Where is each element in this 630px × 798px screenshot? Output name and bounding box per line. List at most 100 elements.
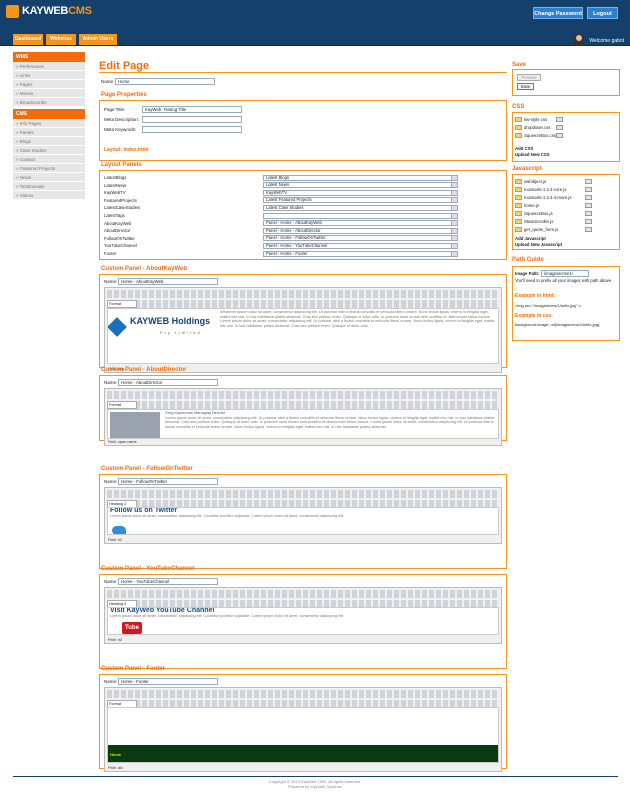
layout-panel-select[interactable]: Panel - Home - YouTubeChannel bbox=[263, 242, 458, 249]
javascript-title: Javascript bbox=[512, 166, 542, 172]
javascript-file-link[interactable]: SqueezeBox.js bbox=[524, 211, 553, 216]
file-icon bbox=[515, 117, 522, 122]
css-file-link[interactable]: dropdown.css bbox=[524, 125, 551, 130]
layout-panel-label: LatestNews bbox=[104, 182, 127, 188]
footer-preview-heading: Home bbox=[110, 752, 122, 757]
editor-content-area[interactable]: Visit KayWeb YouTube Channel Lorem ipsum … bbox=[107, 607, 499, 635]
layout-link[interactable]: index.html bbox=[123, 147, 148, 153]
custom-panel-title: Custom Panel - YouTubeChannel bbox=[101, 566, 195, 572]
sidebar-item-pages[interactable]: » Pages bbox=[13, 80, 85, 89]
layout-panel-select[interactable]: Latest Featured Projects bbox=[263, 197, 458, 204]
sidebar-item-preferences[interactable]: » Preferences bbox=[13, 62, 85, 71]
edit-icon[interactable] bbox=[556, 117, 563, 122]
edit-icon[interactable] bbox=[585, 219, 592, 224]
panel-name-label: Name: bbox=[104, 279, 118, 284]
panel-name-input[interactable]: Home - AboutKayWeb bbox=[118, 278, 218, 285]
sidebar-item-contact[interactable]: » Contact bbox=[13, 155, 85, 164]
editor-content-area[interactable]: Greg Kamerman Managing Director Lorem ips… bbox=[107, 409, 499, 439]
edit-icon[interactable] bbox=[585, 227, 592, 232]
layout-panel-select[interactable]: Panel - Home - AboutDirector bbox=[263, 227, 458, 234]
sidebar-item-news[interactable]: » News bbox=[13, 173, 85, 182]
edit-icon[interactable] bbox=[585, 203, 592, 208]
javascript-file-link[interactable]: home.js bbox=[524, 203, 539, 208]
sidebar-item-testimonials[interactable]: » Testimonials bbox=[13, 182, 85, 191]
layout-panel-select[interactable]: Latest News bbox=[263, 182, 458, 189]
nav-websites[interactable]: Websites bbox=[46, 34, 76, 45]
edit-icon[interactable] bbox=[585, 195, 592, 200]
sidebar-item-links[interactable]: » Links bbox=[13, 71, 85, 80]
editor-toolbar-row1[interactable] bbox=[107, 391, 499, 399]
layout-panel-select[interactable]: Panel - Home - FollowOnTwitter bbox=[263, 235, 458, 242]
powered-by-link[interactable]: Powered by KayWeb Systems bbox=[0, 784, 630, 789]
nav-admin-users[interactable]: Admin Users bbox=[79, 34, 117, 45]
path-note: You'll need to prefix all your images wi… bbox=[515, 278, 613, 283]
change-password-button[interactable]: Change Password bbox=[533, 7, 583, 19]
panel-name-input[interactable]: Home - YouTubeChannel bbox=[118, 578, 218, 585]
sidebar-item-featured-projects[interactable]: » Featured Projects bbox=[13, 164, 85, 173]
image-path-input[interactable]: /images/cms/1/ bbox=[541, 270, 589, 277]
editor-content-area[interactable]: Follow us on Twitter Lorem ipsum dolor si… bbox=[107, 507, 499, 535]
edit-icon[interactable] bbox=[585, 211, 592, 216]
panel-name-input[interactable]: Home - Footer bbox=[118, 678, 218, 685]
save-button[interactable]: Save bbox=[517, 83, 534, 90]
editor-toolbar-row1[interactable] bbox=[107, 490, 499, 498]
layout-panel-select[interactable]: KayWebTV bbox=[263, 189, 458, 196]
javascript-file-link[interactable]: mootools-1.2.4.4-more.js bbox=[524, 195, 572, 200]
layout-panel-select[interactable]: Latest Case Studies bbox=[263, 204, 458, 211]
layout-panel-select[interactable]: Latest Blogs bbox=[263, 174, 458, 181]
html-example-label: Example in html: bbox=[515, 293, 556, 299]
sidebar-item-videos[interactable]: » Videos bbox=[13, 191, 85, 200]
youtube-logo-icon: Tube bbox=[122, 622, 142, 634]
preview-button[interactable]: Preview bbox=[517, 74, 541, 81]
sidebar-item-info-pages[interactable]: » Info Pages bbox=[13, 119, 85, 128]
sidebar-item-case-studies[interactable]: » Case Studies bbox=[13, 146, 85, 155]
sidebar-item-menus[interactable]: » Menus bbox=[13, 89, 85, 98]
sidebar-item-panels[interactable]: » Panels bbox=[13, 128, 85, 137]
javascript-file-link[interactable]: mootools-1.2.4-core.js bbox=[524, 187, 567, 192]
twitter-bird-icon bbox=[112, 526, 126, 534]
save-title: Save bbox=[512, 62, 527, 68]
add-javascript-link[interactable]: Add Javascript bbox=[515, 236, 546, 241]
editor-content-area[interactable]: KAYWEB Holdings Pty Limited Whatever ipsum… bbox=[107, 308, 499, 364]
upload-javascript-link[interactable]: Upload New Javascript bbox=[515, 242, 562, 247]
editor-toolbar-row1[interactable] bbox=[107, 290, 499, 298]
editor-toolbar-row1[interactable] bbox=[107, 590, 499, 598]
editor-toolbar-row1[interactable] bbox=[107, 690, 499, 698]
page-title-input[interactable]: KayWeb: Testing Title bbox=[142, 106, 242, 113]
javascript-file-link[interactable]: StaticScroller.js bbox=[524, 219, 553, 224]
sidebar-item-blogs[interactable]: » Blogs bbox=[13, 137, 85, 146]
panel-name-label: Name: bbox=[104, 380, 118, 385]
edit-icon[interactable] bbox=[556, 133, 563, 138]
sidebar-item-breadcrumbs[interactable]: » Breadcrumbs bbox=[13, 98, 85, 107]
editor-status-path: Path: span.name bbox=[108, 440, 137, 444]
nav-dashboard[interactable]: Dashboard bbox=[13, 34, 43, 45]
css-file-link[interactable]: kw-style.css bbox=[524, 117, 547, 122]
rich-text-editor: Heading 2 Follow us on Twitter Lorem ipsum… bbox=[104, 487, 502, 544]
layout-panel-select[interactable]: Panel - Home - AboutKayWeb bbox=[263, 220, 458, 227]
layout-panel-label: YouTubeChannel bbox=[104, 243, 137, 249]
meta-description-input[interactable] bbox=[142, 116, 242, 123]
upload-css-link[interactable]: Upload New CSS bbox=[515, 152, 550, 157]
logout-button[interactable]: Logout bbox=[587, 7, 618, 19]
panel-name-input[interactable]: Home - AboutDirector bbox=[118, 379, 218, 386]
format-select[interactable]: Format bbox=[107, 401, 137, 409]
edit-icon[interactable] bbox=[585, 187, 592, 192]
footer-divider bbox=[13, 776, 618, 777]
editor-toolbar-row2[interactable]: Format bbox=[107, 401, 499, 409]
layout-panel-select[interactable] bbox=[263, 212, 458, 219]
javascript-file-link[interactable]: get_quote_form.js bbox=[524, 227, 558, 232]
editor-toolbar-row2[interactable]: Format bbox=[107, 300, 499, 308]
file-icon bbox=[515, 133, 522, 138]
add-css-link[interactable]: Add CSS bbox=[515, 146, 533, 151]
editor-status-path: Path: h2 bbox=[108, 638, 123, 642]
page-name-input[interactable]: Home bbox=[115, 78, 215, 85]
format-select[interactable]: Format bbox=[107, 300, 137, 308]
edit-icon[interactable] bbox=[585, 179, 592, 184]
panel-name-input[interactable]: Home - FollowOnTwitter bbox=[118, 478, 218, 485]
meta-keywords-input[interactable] bbox=[142, 126, 242, 133]
edit-icon[interactable] bbox=[556, 125, 563, 130]
javascript-file-link[interactable]: swfobject.js bbox=[524, 179, 546, 184]
editor-content-area[interactable]: Home bbox=[107, 707, 499, 763]
layout-panel-select[interactable]: Panel - Home - Footer bbox=[263, 250, 458, 257]
css-file-link[interactable]: SqueezeBox.css bbox=[524, 133, 556, 138]
